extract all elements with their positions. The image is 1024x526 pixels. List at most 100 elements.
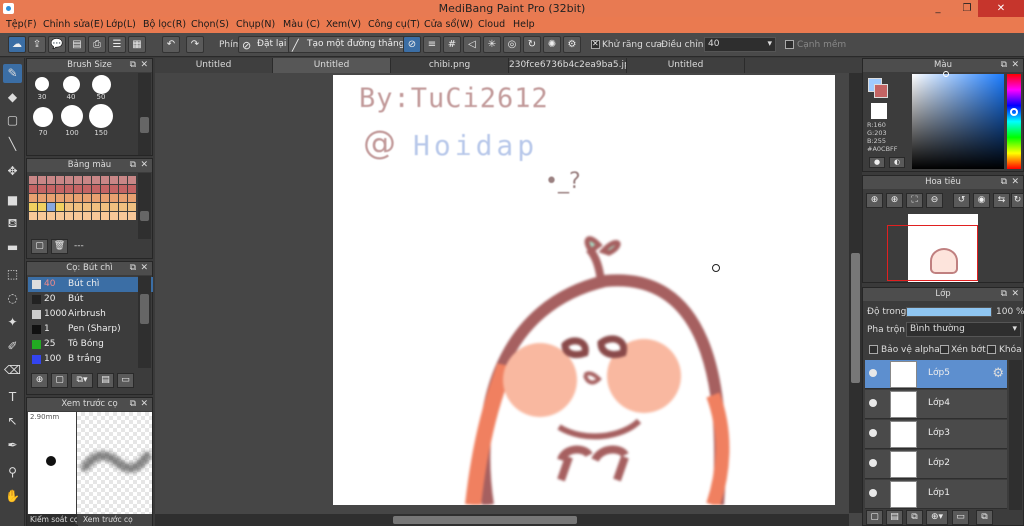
palette-swatch[interactable] <box>110 185 118 193</box>
brush-item[interactable]: 25 Tô Bóng <box>28 337 153 352</box>
palette-swatch[interactable] <box>119 194 127 202</box>
saturation-value-picker[interactable] <box>912 71 1004 169</box>
layer-item[interactable]: Lớp4 <box>865 390 1007 419</box>
tab-document[interactable]: 230fce6736b4c2ea9ba5.jpg <box>509 58 627 73</box>
copy-layer-icon[interactable]: ⧉ <box>906 510 923 525</box>
cloud-icon[interactable]: ☁ <box>8 36 26 53</box>
new-halftone-layer-icon[interactable]: ▤ <box>886 510 903 525</box>
palette-swatch[interactable] <box>47 194 55 202</box>
tab-document[interactable]: chibi.png <box>391 58 509 73</box>
hand-tool-icon[interactable]: ✋ <box>3 487 22 506</box>
menu-edit[interactable]: Chỉnh sửa(E) <box>43 19 104 30</box>
brush-item[interactable]: 40Bút chì⚙ <box>28 277 153 292</box>
menu-file[interactable]: Tệp(F) <box>6 19 37 30</box>
popout-icon[interactable]: ⧉ <box>130 262 136 275</box>
magic-wand-icon[interactable]: ✦ <box>3 313 22 332</box>
layer-item[interactable]: Lớp3 <box>865 420 1007 449</box>
palette-swatch[interactable] <box>128 194 136 202</box>
close-icon[interactable]: ✕ <box>140 262 148 275</box>
scrollbar[interactable] <box>138 276 151 368</box>
zoom-in-alt-icon[interactable]: ⊕ <box>886 193 903 208</box>
brush-item[interactable]: 20 Bút <box>28 292 153 307</box>
palette-swatch[interactable] <box>92 212 100 220</box>
close-icon[interactable]: ✕ <box>140 398 148 411</box>
palette-swatch[interactable] <box>47 203 55 211</box>
size-dot[interactable] <box>35 77 49 91</box>
eraser-tool-icon[interactable]: ◆ <box>3 88 22 107</box>
snap-circle-icon[interactable]: ◎ <box>503 36 521 53</box>
rotate-left-icon[interactable]: ↺ <box>953 193 970 208</box>
hue-slider[interactable] <box>1007 74 1021 169</box>
palette-swatch[interactable] <box>101 212 109 220</box>
snap-radial-icon[interactable]: ✳ <box>483 36 501 53</box>
palette-swatch[interactable] <box>74 185 82 193</box>
minimize-button[interactable]: _ <box>924 0 952 17</box>
close-icon[interactable]: ✕ <box>140 159 148 172</box>
select-rect-icon[interactable]: ⬚ <box>3 265 22 284</box>
new-brush-icon[interactable]: ▢ <box>51 373 68 388</box>
correction-select[interactable]: 40 ▾ <box>704 37 776 52</box>
brush-item[interactable]: 1 Pen (Sharp) <box>28 322 153 337</box>
tab-document[interactable]: Untitled <box>155 58 273 73</box>
line-tool-icon[interactable]: ╲ <box>3 135 22 154</box>
brush-item[interactable]: 1000 Airbrush <box>28 307 153 322</box>
popout-icon[interactable]: ⧉ <box>1001 176 1007 189</box>
text-tool-icon[interactable]: T <box>3 388 22 407</box>
gear-icon[interactable]: ⚙ <box>992 366 1004 381</box>
list-icon[interactable]: ☰ <box>108 36 126 53</box>
scrollbar[interactable] <box>138 173 151 239</box>
menu-view[interactable]: Xem(V) <box>326 19 361 30</box>
lock-checkbox[interactable] <box>987 345 996 354</box>
copy-brush-icon[interactable]: ⧉▾ <box>71 373 93 388</box>
palette-swatch[interactable] <box>119 203 127 211</box>
rotate-reset-icon[interactable]: ◉ <box>973 193 990 208</box>
palette-swatch[interactable] <box>47 176 55 184</box>
palette-swatch[interactable] <box>29 212 37 220</box>
palette-swatch[interactable] <box>38 194 46 202</box>
palette-swatch[interactable] <box>83 194 91 202</box>
size-dot[interactable] <box>61 105 83 127</box>
zoom-in-icon[interactable]: ⊕ <box>866 193 883 208</box>
maximize-button[interactable]: ❐ <box>953 0 981 17</box>
palette-swatch[interactable] <box>101 185 109 193</box>
menu-select[interactable]: Chọn(S) <box>191 19 229 30</box>
palette-swatch[interactable] <box>56 194 64 202</box>
palette-swatch[interactable] <box>65 212 73 220</box>
eye-icon[interactable] <box>869 429 877 437</box>
blend-mode-select[interactable]: Bình thường ▾ <box>906 322 1021 337</box>
popout-icon[interactable]: ⧉ <box>1001 288 1007 301</box>
palette-swatch[interactable] <box>74 203 82 211</box>
protect-alpha-checkbox[interactable] <box>869 345 878 354</box>
close-icon[interactable]: ✕ <box>1011 59 1019 72</box>
size-dot[interactable] <box>92 75 111 94</box>
menu-layer[interactable]: Lớp(L) <box>106 19 136 30</box>
layer-item[interactable]: Lớp2 <box>865 450 1007 479</box>
add-color-icon[interactable]: ● <box>869 157 885 168</box>
palette-swatch[interactable] <box>47 185 55 193</box>
palette-swatch[interactable] <box>47 212 55 220</box>
popout-icon[interactable]: ⧉ <box>130 159 136 172</box>
popout-icon[interactable]: ⧉ <box>1001 59 1007 72</box>
palette-swatch[interactable] <box>74 176 82 184</box>
menu-color[interactable]: Màu (C) <box>283 19 320 30</box>
eye-icon[interactable] <box>869 459 877 467</box>
palette-swatch[interactable] <box>38 203 46 211</box>
transparent-color-swatch[interactable] <box>871 103 887 119</box>
eye-icon[interactable] <box>869 489 877 497</box>
palette-swatch[interactable] <box>128 185 136 193</box>
palette-swatch[interactable] <box>92 185 100 193</box>
menu-filter[interactable]: Bộ lọc(R) <box>143 19 186 30</box>
menu-capture[interactable]: Chụp(N) <box>236 19 275 30</box>
palette-swatch[interactable] <box>83 203 91 211</box>
palette-swatch[interactable] <box>29 194 37 202</box>
eye-icon[interactable] <box>869 399 877 407</box>
snap-ellipse-icon[interactable]: ✺ <box>543 36 561 53</box>
folder-icon[interactable]: ▭ <box>117 373 134 388</box>
menu-tools[interactable]: Công cụ(T) <box>368 19 420 30</box>
close-button[interactable]: ✕ <box>978 0 1024 17</box>
navigator-viewport[interactable] <box>887 225 978 281</box>
document-icon[interactable]: ▤ <box>68 36 86 53</box>
reset-button[interactable]: ⊘ Đặt lại <box>238 36 292 53</box>
add-layer-menu-icon[interactable]: ⊕▾ <box>926 510 948 525</box>
new-layer-icon[interactable]: ▢ <box>866 510 883 525</box>
